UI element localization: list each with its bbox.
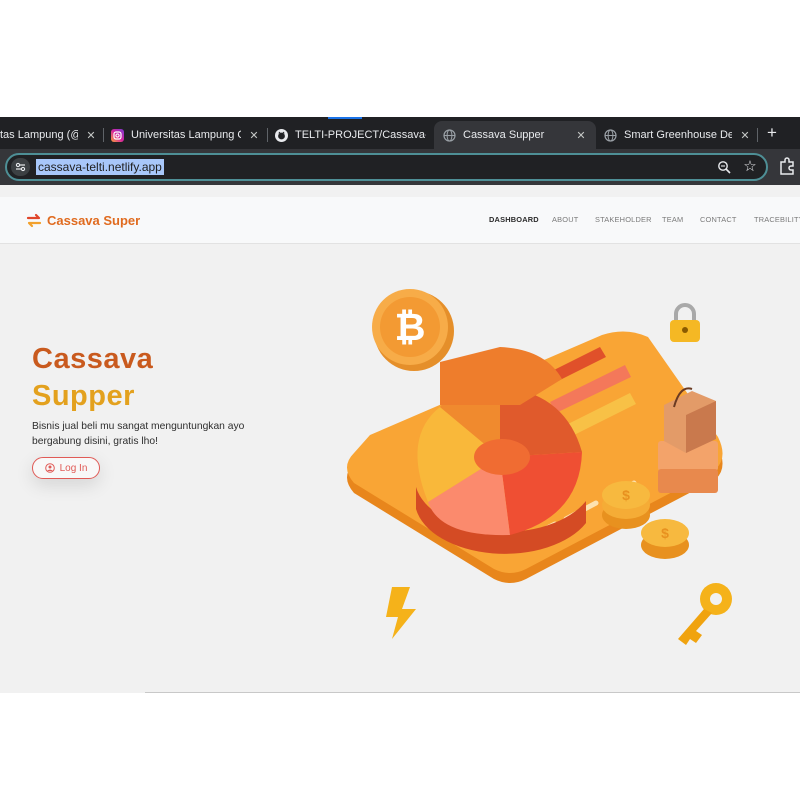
tab-cassava-supper[interactable]: Cassava Supper ✕ [434,121,596,149]
shopping-bag-icon [658,387,718,493]
brand-name: Cassava Super [47,213,141,228]
hero-illustration: ₿ $ $ [347,289,732,645]
key-icon [678,583,732,645]
exchange-arrows-icon [26,213,42,228]
zoom-icon[interactable] [716,158,732,176]
tab-universitas-lampung-instagram[interactable]: Universitas Lampung Offi ✕ [111,121,261,149]
tab-separator [267,128,268,142]
address-bar[interactable]: cassava-telti.netlify.app ☆ [5,153,768,181]
hero-title: Cassava Supper [32,343,154,412]
github-icon [275,128,288,142]
padlock-icon [670,303,700,342]
tab-separator [757,128,758,142]
tab-separator [103,128,104,142]
nav-contact[interactable]: CONTACT [700,215,737,224]
close-tab-icon[interactable]: ✕ [247,129,261,142]
login-label: Log In [59,462,88,474]
nav-about[interactable]: ABOUT [552,215,578,224]
page-bottom-edge [145,692,800,693]
svg-text:₿: ₿ [395,307,426,349]
lightning-bolt-icon [386,587,416,639]
globe-icon [604,128,617,142]
svg-text:$: $ [622,487,630,503]
tab-universitas-lampung-twitter[interactable]: tas Lampung (@c ✕ [0,121,98,149]
browser-toolbar: cassava-telti.netlify.app ☆ [0,149,800,185]
url-text[interactable]: cassava-telti.netlify.app [36,159,164,175]
tab-accent-line [328,117,362,119]
close-tab-icon[interactable]: ✕ [738,129,752,142]
bookmark-star-icon[interactable]: ☆ [741,157,759,177]
instagram-icon [111,128,124,142]
bitcoin-coin-icon: ₿ [372,289,454,371]
close-tab-icon[interactable]: ✕ [574,129,588,142]
nav-tracebility[interactable]: TRACEBILITY [754,215,800,224]
nav-stakeholder[interactable]: STAKEHOLDER [595,215,652,224]
svg-text:$: $ [661,525,669,541]
hero-subtitle: Bisnis jual beli mu sangat menguntungkan… [32,421,245,447]
site-info-icon[interactable] [11,158,30,176]
tab-telti-project-github[interactable]: TELTI-PROJECT/Cassava- [275,121,426,149]
nav-team[interactable]: TEAM [662,215,683,224]
navbar-divider [0,243,800,244]
pie-chart-icon [416,347,586,554]
tab-smart-greenhouse[interactable]: Smart Greenhouse Desa ✕ [604,121,752,149]
site-navbar: Cassava Super DASHBOARD ABOUT STAKEHOLDE… [0,197,800,243]
login-button[interactable]: Log In [32,457,100,479]
new-tab-button[interactable]: + [763,122,781,144]
user-circle-icon [44,463,55,473]
close-tab-icon[interactable]: ✕ [84,129,98,142]
nav-dashboard[interactable]: DASHBOARD [489,215,539,224]
site-logo[interactable]: Cassava Super [25,212,140,229]
tab-strip: tas Lampung (@c ✕ Universitas Lampung Of… [0,117,800,149]
extensions-puzzle-icon[interactable] [778,156,796,176]
browser-window: tas Lampung (@c ✕ Universitas Lampung Of… [0,117,800,693]
globe-icon [443,128,456,142]
